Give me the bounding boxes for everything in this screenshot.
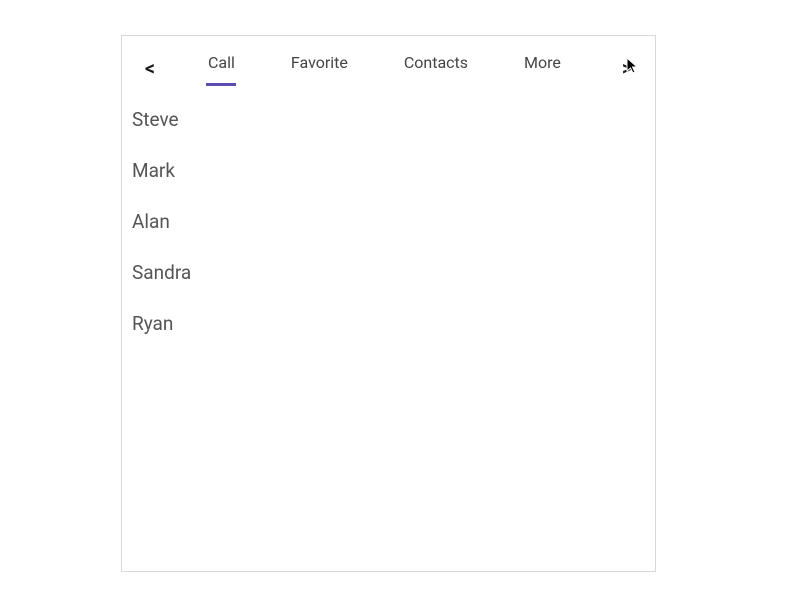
- contact-name: Mark: [132, 159, 175, 182]
- list-item[interactable]: Mark: [132, 145, 645, 196]
- tab-more[interactable]: More: [524, 53, 561, 84]
- contact-name: Ryan: [132, 312, 173, 335]
- contact-name: Sandra: [132, 261, 191, 284]
- tab-contacts[interactable]: Contacts: [404, 53, 468, 84]
- list-item[interactable]: Ryan: [132, 298, 645, 349]
- list-item[interactable]: Alan: [132, 196, 645, 247]
- contact-name: Steve: [132, 108, 179, 131]
- nav-right-icon[interactable]: >: [617, 56, 637, 80]
- list-item[interactable]: Steve: [132, 94, 645, 145]
- nav-left-icon[interactable]: <: [140, 56, 160, 80]
- call-list: Steve Mark Alan Sandra Ryan: [122, 86, 655, 349]
- tab-label: Favorite: [291, 53, 348, 72]
- app-window: < Call Favorite Contacts More > Steve Ma…: [121, 35, 656, 572]
- contact-name: Alan: [132, 210, 170, 233]
- tab-label: More: [524, 53, 561, 72]
- tab-call[interactable]: Call: [208, 53, 235, 84]
- tabs-container: Call Favorite Contacts More: [208, 53, 617, 84]
- tab-label: Contacts: [404, 53, 468, 72]
- list-item[interactable]: Sandra: [132, 247, 645, 298]
- tab-label: Call: [208, 53, 235, 72]
- tab-favorite[interactable]: Favorite: [291, 53, 348, 84]
- tab-bar: < Call Favorite Contacts More >: [122, 36, 655, 86]
